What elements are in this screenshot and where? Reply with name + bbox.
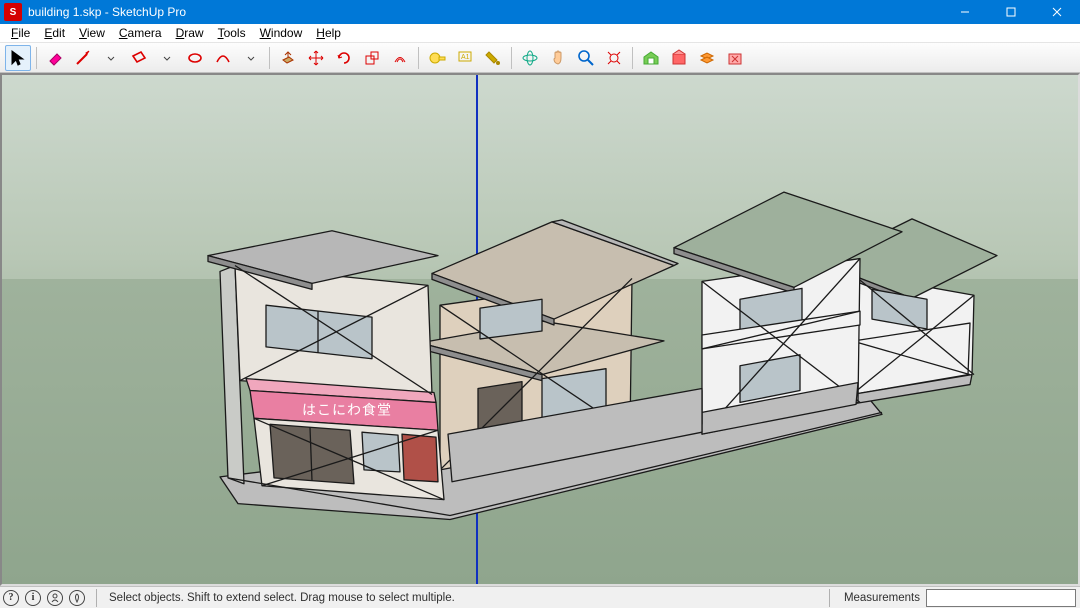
menu-camera[interactable]: Camera: [112, 25, 169, 41]
toolbar: A1: [0, 43, 1080, 73]
menu-tools[interactable]: Tools: [211, 25, 253, 41]
tool-arc[interactable]: [210, 45, 236, 71]
tool-extension-warehouse[interactable]: [666, 45, 692, 71]
viewport[interactable]: はこにわ食堂: [0, 73, 1080, 586]
shop-sign-text: はこにわ食堂: [302, 401, 392, 417]
menu-help[interactable]: Help: [309, 25, 348, 41]
svg-text:A1: A1: [461, 54, 470, 61]
tool-rectangle-dropdown-icon[interactable]: [154, 45, 180, 71]
tool-select[interactable]: [5, 45, 31, 71]
tool-zoom-extents[interactable]: [601, 45, 627, 71]
measurements-label: Measurements: [838, 592, 926, 604]
menu-draw[interactable]: Draw: [169, 25, 211, 41]
menu-window[interactable]: Window: [253, 25, 310, 41]
statusbar: ? i Select objects. Shift to extend sele…: [0, 586, 1080, 608]
tool-warehouse[interactable]: [638, 45, 664, 71]
status-geo-icon[interactable]: [69, 590, 85, 606]
status-user-icon[interactable]: [47, 590, 63, 606]
tool-line-dropdown-icon[interactable]: [98, 45, 124, 71]
measurements-input[interactable]: [926, 589, 1076, 607]
status-help-icon[interactable]: ?: [3, 590, 19, 606]
close-button[interactable]: [1034, 0, 1080, 24]
tool-arc-dropdown-icon[interactable]: [238, 45, 264, 71]
tool-scale[interactable]: [359, 45, 385, 71]
app-icon: S: [4, 3, 22, 21]
menu-view[interactable]: View: [72, 25, 112, 41]
tool-paint[interactable]: [480, 45, 506, 71]
tool-eraser[interactable]: [42, 45, 68, 71]
tool-line[interactable]: [70, 45, 96, 71]
tool-move[interactable]: [303, 45, 329, 71]
scene-model: はこにわ食堂: [2, 75, 1078, 584]
titlebar: S building 1.skp - SketchUp Pro: [0, 0, 1080, 24]
minimize-button[interactable]: [942, 0, 988, 24]
tool-pan[interactable]: [545, 45, 571, 71]
tool-rectangle[interactable]: [126, 45, 152, 71]
tool-delete[interactable]: [722, 45, 748, 71]
maximize-button[interactable]: [988, 0, 1034, 24]
tool-circle[interactable]: [182, 45, 208, 71]
window-title: building 1.skp - SketchUp Pro: [26, 5, 186, 19]
tool-layers[interactable]: [694, 45, 720, 71]
tool-offset[interactable]: [387, 45, 413, 71]
status-info-icon[interactable]: i: [25, 590, 41, 606]
tool-tape[interactable]: [424, 45, 450, 71]
menu-edit[interactable]: Edit: [37, 25, 72, 41]
tool-rotate[interactable]: [331, 45, 357, 71]
menu-file[interactable]: File: [4, 25, 37, 41]
status-hint: Select objects. Shift to extend select. …: [105, 592, 455, 604]
menubar: File Edit View Camera Draw Tools Window …: [0, 24, 1080, 43]
tool-orbit[interactable]: [517, 45, 543, 71]
tool-text[interactable]: A1: [452, 45, 478, 71]
tool-zoom[interactable]: [573, 45, 599, 71]
tool-pushpull[interactable]: [275, 45, 301, 71]
